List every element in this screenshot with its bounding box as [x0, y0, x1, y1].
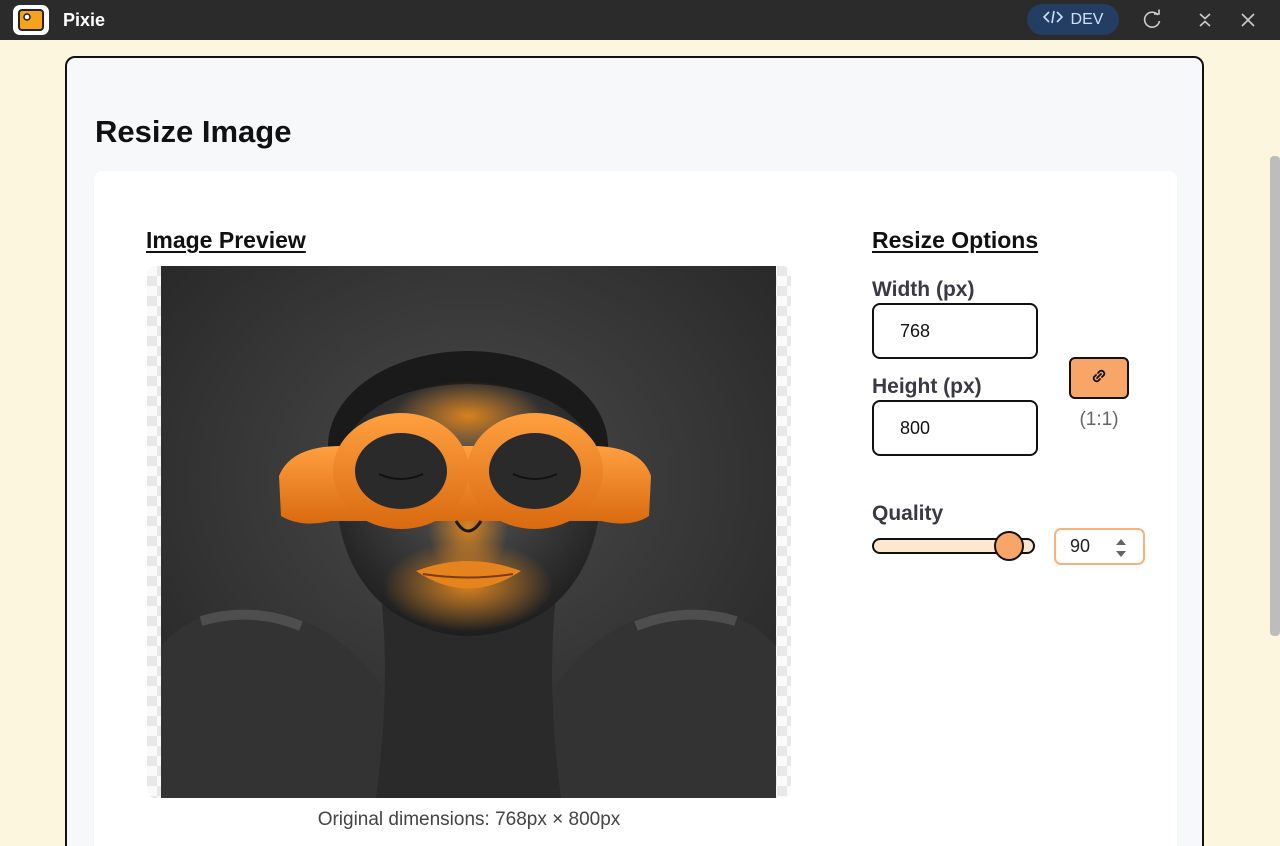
close-icon[interactable] — [1236, 8, 1260, 32]
title-bar: Pixie DEV — [0, 0, 1280, 40]
width-input[interactable] — [872, 303, 1038, 359]
width-label: Width (px) — [872, 278, 975, 301]
quality-label: Quality — [872, 502, 944, 525]
aspect-lock-button[interactable] — [1069, 357, 1129, 399]
quality-input[interactable]: 90 — [1054, 528, 1145, 565]
quality-value: 90 — [1070, 536, 1091, 556]
height-input[interactable] — [872, 400, 1038, 456]
code-icon — [1042, 9, 1063, 30]
app-title: Pixie — [63, 10, 106, 30]
height-label: Height (px) — [872, 375, 982, 398]
resize-card: Resize Image Image Preview Original dime… — [65, 56, 1204, 846]
spinner-arrows-icon[interactable] — [1115, 537, 1127, 559]
preview-image — [161, 266, 776, 798]
image-preview-frame — [147, 266, 791, 798]
quality-slider[interactable] — [872, 531, 1035, 561]
resize-options-title: Resize Options — [872, 227, 1039, 253]
aspect-ratio-label: (1:1) — [1079, 409, 1119, 430]
page-title: Resize Image — [95, 114, 292, 149]
app-logo-icon — [13, 5, 49, 35]
collapse-icon[interactable] — [1193, 8, 1217, 32]
scrollbar-thumb[interactable] — [1270, 156, 1280, 636]
dev-mode-button[interactable]: DEV — [1027, 4, 1119, 35]
refresh-icon[interactable] — [1140, 8, 1164, 32]
link-icon — [1088, 365, 1110, 392]
resize-panel: Image Preview Original dimensions: 768px… — [94, 171, 1177, 846]
dev-label: DEV — [1070, 10, 1104, 28]
original-dimensions-caption: Original dimensions: 768px × 800px — [317, 809, 621, 830]
quality-slider-thumb[interactable] — [994, 531, 1024, 561]
image-preview-title: Image Preview — [146, 227, 306, 253]
